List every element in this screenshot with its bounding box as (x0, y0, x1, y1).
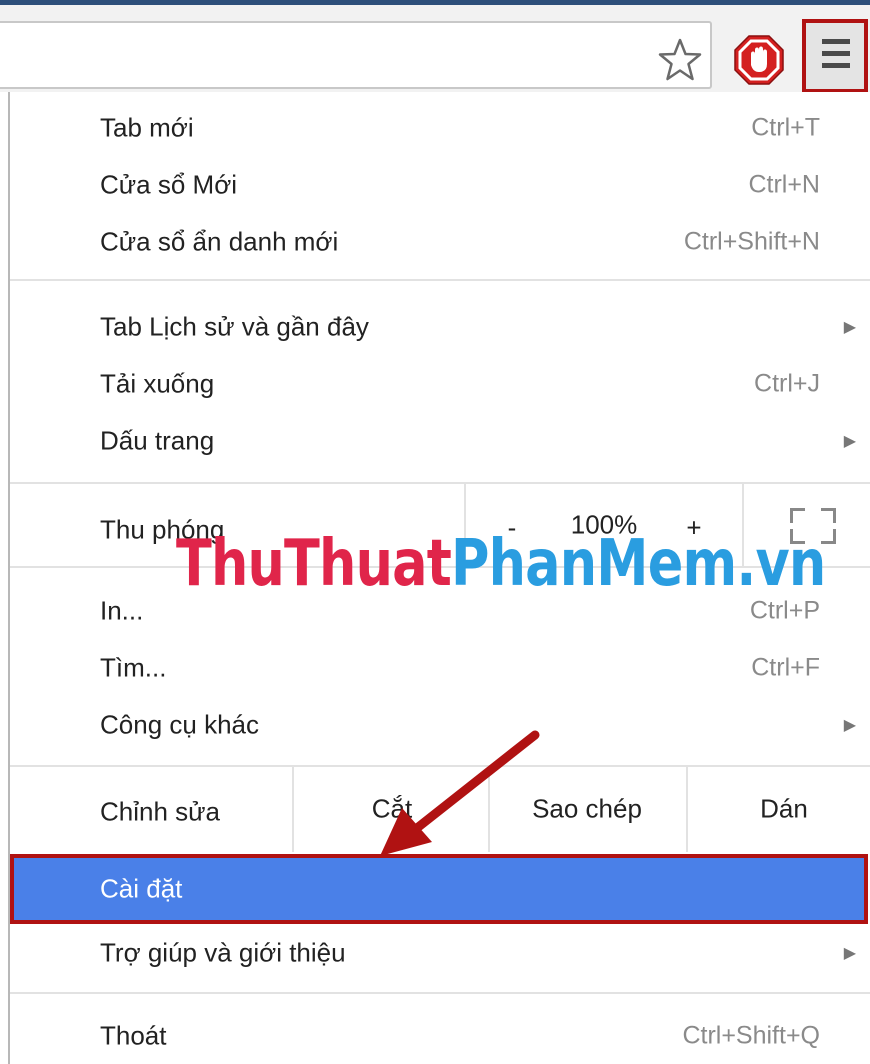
bookmark-star-button[interactable] (656, 37, 704, 83)
menu-item-label: Tìm... (100, 652, 167, 683)
menu-item-help[interactable]: Trợ giúp và giới thiệu ▶ (10, 925, 870, 981)
address-bar[interactable] (0, 21, 712, 89)
menu-item-label: Tab Lịch sử và gần đây (100, 311, 369, 342)
adblock-extension-button[interactable] (732, 33, 786, 87)
menu-item-label: Cài đặt (100, 873, 183, 904)
menu-item-label: Tải xuống (100, 368, 215, 399)
site-watermark: ThuThuatPhanMem.vn (176, 527, 826, 601)
menu-item-exit[interactable]: Thoát Ctrl+Shift+Q (10, 1008, 870, 1064)
menu-item-new-window[interactable]: Cửa sổ Mới Ctrl+N (10, 157, 870, 213)
submenu-arrow-icon: ▶ (843, 433, 856, 450)
menu-item-label: In... (100, 595, 144, 626)
menu-separator (10, 482, 870, 484)
annotation-arrow-icon (380, 730, 540, 856)
menu-item-bookmarks[interactable]: Dấu trang ▶ (10, 413, 870, 469)
star-icon (658, 38, 702, 81)
submenu-arrow-icon: ▶ (843, 717, 856, 734)
shortcut-text: Ctrl+N (748, 170, 820, 199)
menu-item-history[interactable]: Tab Lịch sử và gần đây ▶ (10, 299, 870, 355)
menu-item-label: Chỉnh sửa (100, 796, 221, 827)
shortcut-text: Ctrl+F (751, 653, 820, 682)
shortcut-text: Ctrl+T (751, 113, 820, 142)
submenu-arrow-icon: ▶ (843, 319, 856, 336)
edit-divider (292, 767, 294, 852)
menu-item-downloads[interactable]: Tải xuống Ctrl+J (10, 356, 870, 412)
watermark-part-blue: PhanMem.vn (450, 527, 826, 601)
shortcut-text: Ctrl+J (754, 369, 820, 398)
paste-button[interactable]: Dán (760, 794, 808, 825)
stop-hand-icon (734, 35, 784, 85)
browser-toolbar (0, 0, 870, 93)
menu-item-label: Dấu trang (100, 425, 215, 456)
menu-separator (10, 279, 870, 281)
menu-item-label: Cửa sổ ẩn danh mới (100, 226, 339, 257)
shortcut-text: Ctrl+Shift+Q (682, 1021, 820, 1050)
menu-item-label: Trợ giúp và giới thiệu (100, 937, 346, 968)
edit-divider (686, 767, 688, 852)
menu-separator (10, 992, 870, 994)
menu-item-label: Tab mới (100, 112, 194, 143)
menu-item-find[interactable]: Tìm... Ctrl+F (10, 640, 870, 696)
menu-item-new-tab[interactable]: Tab mới Ctrl+T (10, 100, 870, 156)
menu-item-label: Thoát (100, 1020, 167, 1051)
menu-item-label: Cửa sổ Mới (100, 169, 238, 200)
submenu-arrow-icon: ▶ (843, 945, 856, 962)
chrome-menu-button[interactable] (802, 19, 868, 93)
shortcut-text: Ctrl+Shift+N (683, 227, 820, 256)
menu-item-label: Công cụ khác (100, 709, 259, 740)
menu-item-incognito-window[interactable]: Cửa sổ ẩn danh mới Ctrl+Shift+N (10, 214, 870, 270)
watermark-part-red: ThuThuat (176, 527, 452, 601)
